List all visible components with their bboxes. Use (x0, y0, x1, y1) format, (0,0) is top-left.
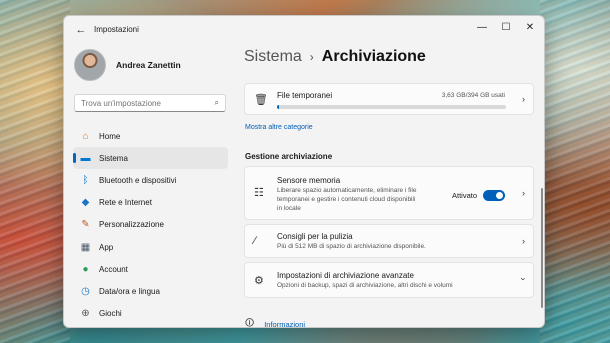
sidebar-item-label: Home (99, 131, 121, 141)
sidebar-item-account[interactable]: ● Account (73, 258, 228, 280)
page-title: Archiviazione (321, 48, 426, 65)
info-link[interactable]: 🛈︎ Informazioni (245, 316, 305, 328)
title-bar[interactable]: ← Impostazioni — ☐ ✕ (64, 16, 544, 44)
settings-window: ← Impostazioni — ☐ ✕ Andrea Zanettin ⌕ ⌂… (63, 15, 545, 328)
chevron-right-icon[interactable]: › (522, 188, 525, 198)
cleanup-title: Consigli per la pulizia (277, 232, 353, 241)
sidebar-item-label: Data/ora e lingua (99, 286, 160, 296)
close-button[interactable]: ✕ (518, 16, 542, 38)
sidebar-item-home[interactable]: ⌂ Home (73, 125, 228, 147)
storage-sense-desc-2: temporanei e gestire i contenuti cloud d… (277, 196, 416, 203)
account-icon: ● (82, 263, 89, 275)
brush-icon: ✎ (81, 219, 90, 231)
show-more-categories-link[interactable]: Mostra altre categorie (245, 124, 313, 131)
gear-icon: ⚙ (254, 275, 264, 287)
sidebar-item-label: Bluetooth e dispositivi (99, 175, 177, 185)
sidebar-item-label: Account (99, 264, 128, 274)
breadcrumb: Sistema › Archiviazione (244, 48, 426, 66)
scrollbar[interactable] (541, 188, 543, 308)
sidebar-item-bluetooth-e-dispositivi[interactable]: ᛒ Bluetooth e dispositivi (73, 169, 228, 191)
temp-files-card[interactable]: 🗑︎ File temporanei 3,63 GB/394 GB usati … (244, 83, 534, 115)
storage-sense-desc-1: Liberare spazio automaticamente, elimina… (277, 187, 417, 194)
minimize-button[interactable]: — (470, 16, 494, 38)
sidebar-item-label: App (99, 242, 114, 252)
app-title: Impostazioni (94, 25, 139, 34)
back-arrow-icon[interactable]: ← (74, 23, 88, 37)
toggle-knob (496, 192, 503, 199)
storage-usage-bar (277, 105, 506, 109)
storage-sense-card[interactable]: ☷ Sensore memoria Liberare spazio automa… (244, 166, 534, 220)
chevron-down-icon[interactable]: › (519, 278, 529, 281)
sidebar-item-giochi[interactable]: ⊕ Giochi (73, 303, 228, 325)
bluetooth-icon: ᛒ (82, 174, 89, 186)
storage-sense-title: Sensore memoria (277, 176, 341, 185)
apps-icon: ▦ (80, 241, 91, 253)
breadcrumb-system[interactable]: Sistema (244, 48, 302, 66)
storage-usage-fill (277, 105, 280, 109)
toggle-state-label: Attivato (451, 191, 477, 200)
globe-clock-icon: ◷ (81, 285, 90, 297)
maximize-button[interactable]: ☐ (494, 16, 518, 38)
user-name: Andrea Zanettin (116, 60, 181, 70)
user-profile[interactable]: Andrea Zanettin (74, 49, 181, 81)
sidebar-item-label: Rete e Internet (99, 198, 152, 208)
advanced-storage-desc: Opzioni di backup, spazi di archiviazion… (277, 282, 453, 289)
search-input[interactable] (81, 98, 206, 108)
temp-files-title: File temporanei (277, 91, 333, 100)
chevron-right-icon: › (522, 236, 525, 246)
advanced-storage-card[interactable]: ⚙ Impostazioni di archiviazione avanzate… (244, 262, 534, 298)
sidebar-nav: ⌂ Home ▬ Sistema ᛒ Bluetooth e dispositivi ◆ Re… (73, 125, 228, 325)
chevron-right-icon: › (522, 94, 525, 104)
home-icon: ⌂ (82, 130, 89, 142)
sidebar-item-rete-e-internet[interactable]: ◆ Rete e Internet (73, 192, 228, 214)
sidebar-item-app[interactable]: ▦ App (73, 236, 228, 258)
broom-icon: ∕ (254, 235, 256, 247)
cleanup-desc: Più di 512 MB di spazio di archiviazione… (277, 243, 426, 250)
sidebar-item-personalizzazione[interactable]: ✎ Personalizzazione (73, 214, 228, 236)
sidebar-item-label: Sistema (99, 153, 128, 163)
storage-drive-icon: ☷ (254, 187, 264, 199)
sidebar-item-label: Giochi (99, 309, 122, 319)
breadcrumb-separator: › (309, 50, 314, 64)
wallpaper-left (0, 0, 70, 343)
section-heading: Gestione archiviazione (245, 152, 333, 161)
active-indicator (73, 153, 76, 164)
storage-sense-desc-3: in locale (277, 205, 301, 212)
search-icon[interactable]: ⌕ (215, 98, 219, 108)
cleanup-recommendations-card[interactable]: ∕ Consigli per la pulizia Più di 512 MB … (244, 224, 534, 258)
avatar[interactable] (74, 49, 106, 81)
storage-sense-toggle[interactable] (483, 190, 505, 201)
wifi-icon: ◆ (81, 197, 90, 209)
sidebar-item-sistema[interactable]: ▬ Sistema (73, 147, 228, 170)
advanced-storage-title: Impostazioni di archiviazione avanzate (277, 271, 414, 280)
sidebar-item-label: Personalizzazione (99, 220, 164, 230)
sidebar-item-data-ora-e-lingua[interactable]: ◷ Data/ora e lingua (73, 280, 228, 302)
trash-icon: 🗑︎ (254, 94, 268, 106)
monitor-icon: ▬ (80, 152, 91, 164)
gamepad-icon: ⊕ (81, 308, 90, 320)
wallpaper-right (540, 0, 610, 343)
info-label[interactable]: Informazioni (264, 320, 305, 328)
search-box[interactable]: ⌕ (74, 94, 226, 112)
help-icon: 🛈︎ (245, 318, 255, 328)
storage-usage-text: 3,63 GB/394 GB usati (441, 92, 505, 99)
